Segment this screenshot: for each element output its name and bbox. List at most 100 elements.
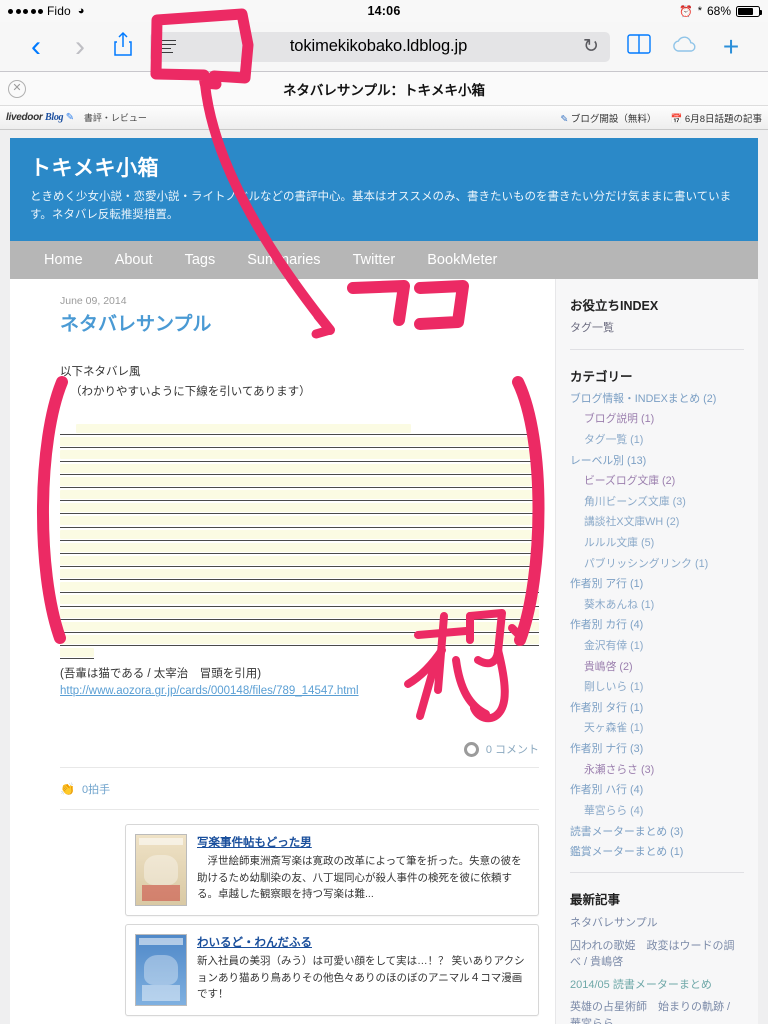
category-item[interactable]: パブリッシングリンク (1) bbox=[570, 557, 744, 572]
category-item[interactable]: タグ一覧 (1) bbox=[570, 433, 744, 448]
spoiler-line[interactable] bbox=[60, 514, 539, 528]
related-article-description: 新入社員の美羽（みう）は可愛い顔をして実は…！？ 笑いありアクションあり猫あり鳥… bbox=[197, 955, 525, 1000]
close-icon[interactable]: ✕ bbox=[8, 79, 26, 98]
share-button[interactable] bbox=[102, 31, 144, 62]
spoiler-line[interactable] bbox=[60, 475, 539, 488]
latest-post-item[interactable]: ネタバレサンプル bbox=[570, 915, 744, 932]
source-link[interactable]: http://www.aozora.gr.jp/cards/000148/fil… bbox=[60, 685, 359, 697]
url-label: tokimekikobako.ldblog.jp bbox=[289, 37, 468, 55]
category-item[interactable]: 天ヶ森雀 (1) bbox=[570, 721, 744, 736]
spoiler-line[interactable] bbox=[60, 501, 539, 515]
nav-item-tags[interactable]: Tags bbox=[169, 241, 232, 279]
category-item[interactable]: 永瀬さらさ (3) bbox=[570, 763, 744, 778]
spoiler-line[interactable] bbox=[60, 528, 539, 541]
reload-icon[interactable]: ↻ bbox=[581, 35, 601, 58]
category-item[interactable]: 角川ビーンズ文庫 (3) bbox=[570, 495, 744, 510]
spoiler-line[interactable] bbox=[60, 620, 539, 634]
calendar-icon: 📅 bbox=[670, 113, 683, 125]
category-item[interactable]: ビーズログ文庫 (2) bbox=[570, 474, 744, 489]
topics-label: 6月8日話題の記事 bbox=[684, 113, 762, 125]
blog-title[interactable]: トキメキ小箱 bbox=[30, 152, 738, 182]
sidebar-latest-heading: 最新記事 bbox=[570, 893, 621, 908]
clap-count-label: 0拍手 bbox=[81, 784, 111, 797]
category-item[interactable]: レーベル別 (13) bbox=[570, 454, 744, 469]
category-item[interactable]: 作者別 タ行 (1) bbox=[570, 701, 744, 716]
livedoor-logo[interactable]: livedoor Blog ✎ bbox=[6, 112, 74, 123]
pencil-note-icon: ✎ bbox=[560, 113, 569, 125]
icloud-tabs-icon[interactable] bbox=[662, 34, 708, 59]
nav-item-bookmeter[interactable]: BookMeter bbox=[411, 241, 513, 279]
category-item[interactable]: 葵木あんね (1) bbox=[570, 598, 744, 613]
related-article-card[interactable]: わいるど・わんだふる新入社員の美羽（みう）は可愛い顔をして実は…！？ 笑いありア… bbox=[125, 924, 539, 1017]
category-item[interactable]: 剛しいら (1) bbox=[570, 680, 744, 695]
category-item[interactable]: 作者別 カ行 (4) bbox=[570, 618, 744, 633]
back-button[interactable]: ‹ bbox=[14, 31, 58, 62]
webpage-viewport[interactable]: トキメキ小箱 ときめく少女小説・恋愛小説・ライトノベルなどの書評中心。基本はオス… bbox=[0, 130, 768, 1024]
nav-item-about[interactable]: About bbox=[99, 241, 169, 279]
nav-item-twitter[interactable]: Twitter bbox=[337, 241, 412, 279]
spoiler-line[interactable] bbox=[60, 448, 539, 462]
related-article-title[interactable]: 写楽事件帖もどった男 bbox=[197, 834, 529, 850]
nav-item-summaries[interactable]: Summaries bbox=[231, 241, 336, 279]
spoiler-line[interactable] bbox=[60, 554, 539, 568]
sidebar-index-heading: お役立ちINDEX bbox=[570, 298, 659, 313]
livedoor-category-label[interactable]: 書評・レビュー bbox=[84, 111, 147, 124]
spoiler-line[interactable] bbox=[60, 607, 539, 620]
forward-button[interactable]: › bbox=[58, 31, 102, 62]
related-article-title[interactable]: わいるど・わんだふる bbox=[197, 934, 529, 950]
clap-row[interactable]: 👏 0拍手 bbox=[60, 768, 539, 811]
category-item[interactable]: 貴嶋啓 (2) bbox=[570, 660, 744, 675]
category-item[interactable]: ブログ説明 (1) bbox=[570, 412, 744, 427]
latest-post-item[interactable]: 2014/05 読書メーターまとめ bbox=[570, 977, 744, 994]
spoiler-line[interactable] bbox=[60, 435, 539, 449]
category-item[interactable]: 作者別 ハ行 (4) bbox=[570, 783, 744, 798]
category-item[interactable]: 鑑賞メーターまとめ (1) bbox=[570, 845, 744, 860]
spoiler-line[interactable] bbox=[60, 541, 539, 554]
browser-toolbar: ‹ › tokimekikobako.ldblog.jp ↻ + bbox=[0, 22, 768, 72]
topics-link[interactable]: 📅 6月8日話題の記事 bbox=[670, 111, 762, 125]
livedoor-toolbar: livedoor Blog ✎ 書評・レビュー ✎ ブログ開設（無料） 📅 6月… bbox=[0, 106, 768, 130]
latest-post-item[interactable]: 囚われの歌姫 政変はウードの調べ / 貴嶋啓 bbox=[570, 938, 744, 971]
category-item[interactable]: 講談社X文庫WH (2) bbox=[570, 515, 744, 530]
clap-hands-icon: 👏 bbox=[60, 782, 75, 797]
blog-header: トキメキ小箱 ときめく少女小説・恋愛小説・ライトノベルなどの書評中心。基本はオス… bbox=[10, 138, 758, 241]
spoiler-line[interactable] bbox=[60, 462, 539, 475]
address-bar[interactable]: tokimekikobako.ldblog.jp ↻ bbox=[150, 31, 610, 62]
battery-icon bbox=[736, 5, 762, 17]
spoiler-masked-text bbox=[60, 595, 539, 605]
category-item[interactable]: 作者別 ア行 (1) bbox=[570, 577, 744, 592]
spoiler-block[interactable] bbox=[60, 422, 539, 660]
reader-view-icon[interactable] bbox=[159, 39, 176, 54]
bluetooth-icon: * bbox=[697, 5, 702, 17]
category-item[interactable]: 読書メーターまとめ (3) bbox=[570, 825, 744, 840]
category-item[interactable]: 作者別 ナ行 (3) bbox=[570, 742, 744, 757]
create-blog-link[interactable]: ✎ ブログ開設（無料） bbox=[560, 111, 656, 125]
latest-post-item[interactable]: 英雄の占星術師 始まりの軌跡 / 華宮らら bbox=[570, 999, 744, 1024]
category-item[interactable]: 金沢有倖 (1) bbox=[570, 639, 744, 654]
post-date: June 09, 2014 bbox=[60, 294, 127, 307]
spoiler-line[interactable] bbox=[60, 593, 539, 607]
sidebar-item-tag-list[interactable]: タグ一覧 bbox=[570, 321, 744, 337]
post-lead-line2: （わかりやすいように下線を引いてあります） bbox=[70, 385, 311, 398]
related-article-card[interactable]: 写楽事件帖もどった男 浮世絵師東洲斎写楽は寛政の改革によって筆を折った。失意の彼… bbox=[125, 824, 539, 917]
related-article-description: 浮世絵師東洲斎写楽は寛政の改革によって筆を折った。失意の彼を助けるため幼馴染の友… bbox=[197, 855, 522, 900]
spoiler-masked-text bbox=[60, 608, 539, 618]
comment-row[interactable]: 0 コメント bbox=[60, 741, 539, 769]
category-item[interactable]: 華宮らら (4) bbox=[570, 804, 744, 819]
nav-item-home[interactable]: Home bbox=[28, 241, 99, 279]
spoiler-line[interactable] bbox=[60, 422, 539, 436]
category-item[interactable]: ルルル文庫 (5) bbox=[570, 536, 744, 551]
bookmarks-icon[interactable] bbox=[616, 34, 662, 59]
spoiler-line[interactable] bbox=[60, 567, 539, 581]
category-item[interactable]: ブログ情報・INDEXまとめ (2) bbox=[570, 392, 744, 407]
comment-bubble-icon bbox=[463, 741, 479, 757]
new-tab-icon[interactable]: + bbox=[708, 32, 754, 61]
spoiler-line[interactable] bbox=[60, 646, 94, 660]
spoiler-line[interactable] bbox=[60, 633, 539, 647]
spoiler-masked-text bbox=[60, 635, 539, 645]
pen-swoosh-icon: ✎ bbox=[65, 112, 74, 123]
spoiler-line[interactable] bbox=[60, 488, 539, 502]
book-cover-thumbnail bbox=[135, 934, 187, 1007]
post-title[interactable]: ネタバレサンプル bbox=[60, 309, 539, 336]
spoiler-line[interactable] bbox=[60, 580, 539, 594]
